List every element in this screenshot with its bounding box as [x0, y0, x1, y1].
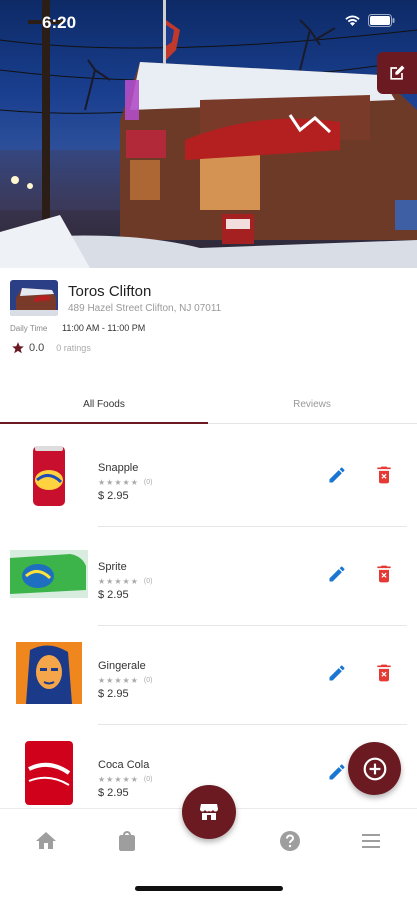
status-time: 6:20 — [42, 13, 77, 32]
trash-icon[interactable] — [374, 564, 394, 584]
star-icon — [12, 342, 24, 354]
add-circle-icon — [363, 757, 386, 780]
edit-square-icon — [390, 65, 405, 80]
star-icon: ★★★★★ — [98, 478, 139, 487]
food-name: Gingerale — [98, 660, 146, 672]
restaurant-address: 489 Hazel Street Clifton, NJ 07011 — [68, 303, 222, 314]
restaurant-info: Toros Clifton 489 Hazel Street Clifton, … — [0, 268, 417, 368]
trash-icon[interactable] — [374, 465, 394, 485]
food-item[interactable]: Sprite ★★★★★ (0) $ 2.95 — [0, 527, 417, 626]
store-icon — [200, 804, 218, 820]
home-icon[interactable] — [34, 829, 58, 853]
pencil-icon[interactable] — [327, 564, 347, 584]
rating-count: 0 ratings — [56, 343, 91, 353]
food-item[interactable]: Snapple ★★★★★ (0) $ 2.95 — [0, 428, 417, 527]
coca-cola-can-image — [10, 739, 88, 805]
food-rating: ★★★★★ (0) — [98, 676, 152, 685]
star-icon: ★★★★★ — [98, 577, 139, 586]
review-count: (0) — [143, 578, 153, 585]
restaurant-thumbnail — [10, 280, 58, 316]
battery-icon — [368, 14, 395, 27]
shopping-bag-icon[interactable] — [115, 829, 139, 853]
restaurant-rating: 0.0 0 ratings — [11, 341, 91, 355]
restaurant-name: Toros Clifton — [68, 283, 152, 300]
star-icon: ★★★★★ — [98, 676, 139, 685]
review-count: (0) — [143, 677, 153, 684]
sprite-bottle-image — [10, 541, 88, 607]
food-price: $ 2.95 — [98, 490, 129, 502]
hours-label: Daily Time — [10, 324, 48, 333]
status-bar: 6:20 — [0, 0, 417, 44]
help-icon[interactable] — [278, 829, 302, 853]
food-price: $ 2.95 — [98, 688, 129, 700]
wifi-icon — [345, 15, 360, 26]
food-item[interactable]: Gingerale ★★★★★ (0) $ 2.95 — [0, 626, 417, 725]
active-tab-indicator — [0, 422, 208, 424]
review-count: (0) — [143, 479, 153, 486]
food-name: Sprite — [98, 561, 127, 573]
store-button[interactable] — [182, 785, 236, 839]
home-indicator — [135, 886, 283, 891]
food-rating: ★★★★★ (0) — [98, 478, 152, 487]
star-icon: ★★★★★ — [98, 775, 139, 784]
food-price: $ 2.95 — [98, 589, 129, 601]
snapple-can-image — [10, 442, 88, 508]
food-name: Snapple — [98, 462, 139, 474]
tab-reviews[interactable]: Reviews — [208, 384, 416, 424]
food-rating: ★★★★★ (0) — [98, 775, 152, 784]
pencil-icon[interactable] — [327, 762, 347, 782]
food-price: $ 2.95 — [98, 787, 129, 799]
hours-value: 11:00 AM - 11:00 PM — [62, 323, 146, 333]
gingerale-can-image — [10, 640, 88, 706]
food-name: Coca Cola — [98, 759, 150, 771]
trash-icon[interactable] — [374, 663, 394, 683]
tab-bar: All Foods Reviews — [0, 384, 417, 424]
menu-icon[interactable] — [359, 829, 383, 853]
review-count: (0) — [143, 776, 153, 783]
food-rating: ★★★★★ (0) — [98, 577, 152, 586]
pencil-icon[interactable] — [327, 465, 347, 485]
pencil-icon[interactable] — [327, 663, 347, 683]
rating-value: 0.0 — [29, 342, 45, 354]
edit-restaurant-button[interactable] — [377, 52, 417, 94]
add-food-button[interactable] — [348, 742, 401, 795]
restaurant-hero-image: 6:20 — [0, 0, 417, 268]
tab-all-foods[interactable]: All Foods — [0, 384, 208, 424]
